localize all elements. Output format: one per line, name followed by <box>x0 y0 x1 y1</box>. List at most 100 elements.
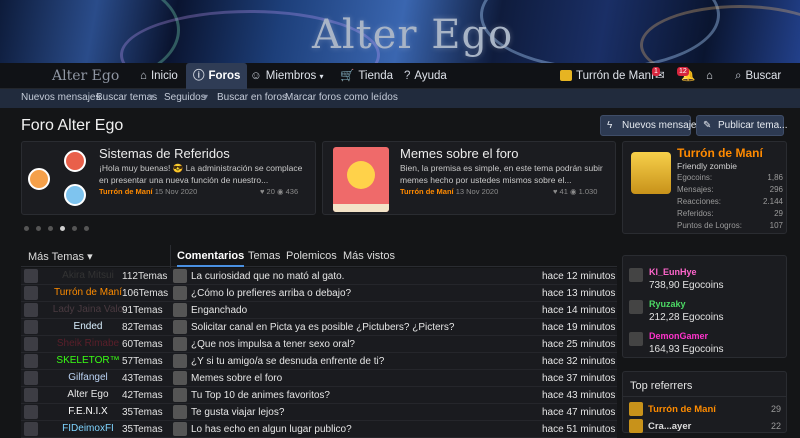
stat-label: Puntos de Logros: <box>677 221 742 230</box>
user-avatar[interactable] <box>629 332 643 346</box>
subnav-marcar-leidos[interactable]: Marcar foros como leídos <box>285 92 398 103</box>
nav-miembros[interactable]: ☺ Miembros ▾ <box>250 63 323 89</box>
topic-row[interactable]: F.E.N.I.X 35Temas Te gusta viajar lejos? ha… <box>21 404 617 421</box>
user-avatar[interactable] <box>24 303 38 317</box>
topic-row[interactable]: Ended 82Temas Solicitar canal en Picta ya … <box>21 319 617 336</box>
poster-avatar[interactable] <box>173 303 187 317</box>
topic-row[interactable]: Alter Ego 42Temas Tu Top 10 de animes favo… <box>21 387 617 404</box>
topic-title[interactable]: Lo has echo en algun lugar publico? <box>191 424 352 435</box>
nav-logo[interactable]: Alter Ego <box>52 68 119 84</box>
poster-avatar[interactable] <box>173 354 187 368</box>
stat-label: Egocoins: <box>677 173 713 182</box>
user-name[interactable]: DemonGamer <box>649 331 708 341</box>
members-icon: ☺ <box>250 70 262 82</box>
stat-label: Referidos: <box>677 209 714 218</box>
card-meta: Turrón de Maní 15 Nov 2020 <box>99 187 198 196</box>
topic-title[interactable]: ¿Cómo lo prefieres arriba o debajo? <box>191 288 351 299</box>
user-avatar[interactable] <box>24 388 38 402</box>
nav-inicio[interactable]: ⌂ Inicio <box>134 63 184 89</box>
banner-logo[interactable]: Alter Ego <box>312 12 513 58</box>
subnav-buscar-foros[interactable]: Buscar en foros <box>217 92 287 103</box>
card-title[interactable]: Memes sobre el foro <box>400 146 519 161</box>
poster-avatar[interactable] <box>173 371 187 385</box>
book-icon <box>333 147 389 212</box>
user-avatar[interactable] <box>24 405 38 419</box>
profile-name[interactable]: Turrón de Maní <box>677 146 763 160</box>
user-avatar[interactable] <box>629 419 643 433</box>
richest-user[interactable]: DemonGamer 164,93 Egocoins <box>629 330 779 360</box>
home-icon: ⌂ <box>140 70 147 82</box>
sub-navbar: Nuevos mensajes Buscar temas ▾ Seguidos … <box>0 89 800 108</box>
card-title[interactable]: Sistemas de Referidos <box>99 146 230 161</box>
user-name[interactable]: Kl_EunHye <box>649 267 697 277</box>
user-name[interactable]: Turrón de Maní <box>648 404 716 415</box>
user-avatar <box>560 70 572 82</box>
user-name[interactable]: Ryuzaky <box>649 299 686 309</box>
card-excerpt: Bien, la premisa es simple, en este tema… <box>400 163 603 185</box>
more-topics-dropdown[interactable]: Más Temas ▾ <box>28 250 93 263</box>
carousel-dots[interactable] <box>24 222 96 234</box>
subnav-nuevos-mensajes[interactable]: Nuevos mensajes <box>21 92 100 103</box>
poster-avatar[interactable] <box>173 320 187 334</box>
user-name[interactable]: Cra...ayer <box>648 421 691 432</box>
topic-row[interactable]: Akira Mitsui 112Temas La curiosidad que no… <box>21 268 617 285</box>
post-thread-button[interactable]: ✎ Publicar tema... <box>696 115 787 136</box>
tab-polemicos[interactable]: Polemicos <box>286 250 337 262</box>
user-avatar[interactable] <box>24 269 38 283</box>
topic-row[interactable]: Turrón de Maní 106Temas ¿Cómo lo prefieres… <box>21 285 617 302</box>
topic-row[interactable]: Sheik Rimabe 60Temas ¿Que nos impulsa a te… <box>21 336 617 353</box>
topic-count: 42Temas <box>122 390 163 401</box>
topic-row[interactable]: SKELETOR™ 57Temas ¿Y si tu amigo/a se desn… <box>21 353 617 370</box>
poster-avatar[interactable] <box>173 388 187 402</box>
topic-title[interactable]: ¿Y si tu amigo/a se desnuda enfrente de … <box>191 356 384 367</box>
user-avatar[interactable] <box>24 286 38 300</box>
poster-avatar[interactable] <box>173 269 187 283</box>
topic-title[interactable]: Te gusta viajar lejos? <box>191 407 284 418</box>
referrer-row[interactable]: Turrón de Maní 29 <box>629 402 781 418</box>
tab-temas[interactable]: Temas <box>248 250 280 262</box>
richest-user[interactable]: Ryuzaky 212,28 Egocoins <box>629 298 779 328</box>
topic-row[interactable]: Gilfangel 43Temas Memes sobre el foro hace … <box>21 370 617 387</box>
user-avatar[interactable] <box>24 354 38 368</box>
topic-title[interactable]: ¿Que nos impulsa a tener sexo oral? <box>191 339 355 350</box>
coins-avatar <box>631 152 671 194</box>
user-avatar[interactable] <box>629 402 643 416</box>
tab-comentarios[interactable]: Comentarios <box>177 250 245 267</box>
tab-mas-vistos[interactable]: Más vistos <box>343 250 395 262</box>
poster-avatar[interactable] <box>173 405 187 419</box>
poster-avatar[interactable] <box>173 337 187 351</box>
poster-avatar[interactable] <box>173 286 187 300</box>
nav-tienda[interactable]: 🛒 Tienda <box>340 63 393 89</box>
topic-row[interactable]: FIDeimoxFI 35Temas Lo has echo en algun lu… <box>21 421 617 438</box>
user-avatar[interactable] <box>24 320 38 334</box>
topic-title[interactable]: Solicitar canal en Picta ya es posible ¿… <box>191 322 454 333</box>
top-referrers-panel: Top referrers Turrón de Maní 29 Cra...ayer… <box>622 371 787 433</box>
nav-ayuda[interactable]: ? Ayuda <box>404 63 447 89</box>
topic-row[interactable]: Lady Jaina Valo 91Temas Enganchado hace 14 … <box>21 302 617 319</box>
topic-time: hace 37 minutos <box>542 373 616 384</box>
nav-user[interactable]: Turrón de Maní <box>560 63 654 89</box>
featured-card[interactable]: Sistemas de Referidos ¡Hola muy buenas! … <box>21 141 316 215</box>
user-avatar[interactable] <box>24 371 38 385</box>
nav-search[interactable]: ⌕ Buscar <box>735 63 781 89</box>
topic-time: hace 51 minutos <box>542 424 616 435</box>
subnav-seguidos[interactable]: Seguidos <box>164 92 206 103</box>
views-icon: ◉ <box>569 187 577 196</box>
topic-title[interactable]: Memes sobre el foro <box>191 373 282 384</box>
topic-title[interactable]: La curiosidad que no mató al gato. <box>191 271 344 282</box>
new-posts-button[interactable]: ϟ Nuevos mensajes <box>600 115 701 136</box>
user-avatar[interactable] <box>24 337 38 351</box>
topic-title[interactable]: Enganchado <box>191 305 247 316</box>
basket-icon[interactable]: ⌂ <box>706 63 713 89</box>
topic-count: 82Temas <box>122 322 163 333</box>
topic-title[interactable]: Tu Top 10 de animes favoritos? <box>191 390 330 401</box>
nav-foros[interactable]: ⓘ Foros <box>186 63 248 89</box>
user-avatar[interactable] <box>24 422 38 436</box>
subnav-buscar-temas[interactable]: Buscar temas <box>96 92 157 103</box>
topic-time: hace 12 minutos <box>542 271 616 282</box>
featured-card[interactable]: Memes sobre el foro Bien, la premisa es … <box>322 141 616 215</box>
richest-user[interactable]: Kl_EunHye 738,90 Egocoins <box>629 266 779 296</box>
poster-avatar[interactable] <box>173 422 187 436</box>
user-avatar[interactable] <box>629 300 643 314</box>
user-avatar[interactable] <box>629 268 643 282</box>
